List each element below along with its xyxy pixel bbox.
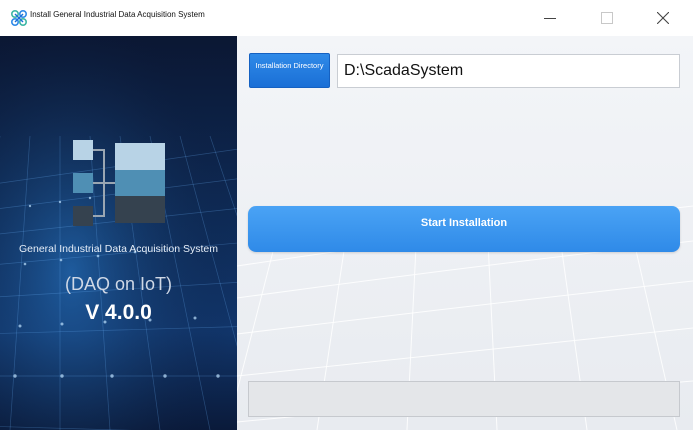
app-logo-icon (10, 9, 28, 27)
install-path-input[interactable] (337, 54, 680, 88)
minimize-icon (544, 18, 556, 19)
product-subtitle: (DAQ on IoT) (64, 274, 173, 294)
daq-system-logo (73, 140, 165, 226)
version-label: V 4.0.0 (85, 301, 152, 324)
progress-status-box (248, 381, 680, 417)
window-title: Install General Industrial Data Acquisit… (30, 10, 205, 19)
branding-panel: General Industrial Data Acquisition Syst… (0, 36, 237, 430)
installation-directory-button[interactable]: Installation Directory (249, 53, 330, 88)
close-icon (657, 12, 669, 24)
minimize-button[interactable] (527, 0, 573, 36)
maximize-button[interactable] (584, 0, 630, 36)
close-button[interactable] (640, 0, 686, 36)
product-name: General Industrial Data Acquisition Syst… (18, 243, 218, 255)
maximize-icon (601, 12, 613, 24)
title-bar: Install General Industrial Data Acquisit… (0, 0, 693, 36)
start-installation-button[interactable]: Start Installation (248, 206, 680, 252)
network-background-graphic (0, 36, 237, 430)
installer-panel: Installation Directory Start Installatio… (237, 36, 693, 430)
